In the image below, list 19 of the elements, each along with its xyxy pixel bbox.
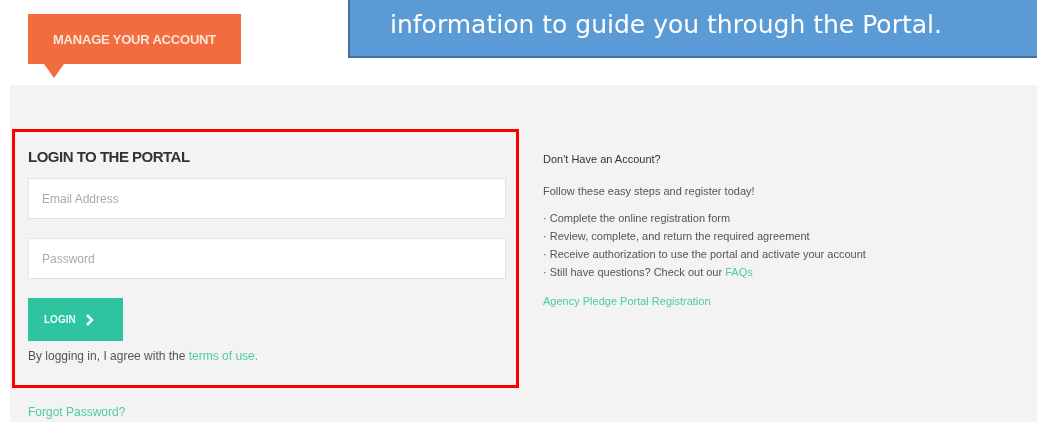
faq-link[interactable]: FAQs	[725, 266, 753, 278]
terms-text: By logging in, I agree with the terms of use.	[28, 348, 260, 365]
logo-badge: MANAGE YOUR ACCOUNT	[28, 14, 241, 64]
step-item: · Review, complete, and return the required agreement	[543, 229, 811, 244]
step-item: · Complete the online registration form	[543, 211, 732, 226]
chevron-icon	[85, 313, 94, 326]
register-title: Don't Have an Account?	[543, 152, 662, 167]
register-intro: Follow these easy steps and register today!	[543, 183, 756, 199]
forgot-password-link[interactable]: Forgot Password?	[28, 403, 126, 421]
input-field[interactable]: Password	[28, 238, 506, 279]
terms-link[interactable]: terms of use.	[188, 349, 259, 363]
login-button[interactable]: LOGIN	[28, 298, 123, 341]
step-item: · Still have questions? Check out our FAQs	[543, 265, 754, 280]
login-title: LOGIN TO THE PORTAL	[28, 148, 191, 166]
step-item: · Receive authorization to use the portal and activate your account	[543, 247, 866, 262]
input-field[interactable]: Email Address	[28, 178, 506, 219]
registration-link[interactable]: Agency Pledge Portal Registration	[543, 293, 711, 310]
callout-text: information to guide you through the Portal.	[348, 0, 1037, 58]
speech-bubble-tail-icon	[44, 63, 64, 78]
